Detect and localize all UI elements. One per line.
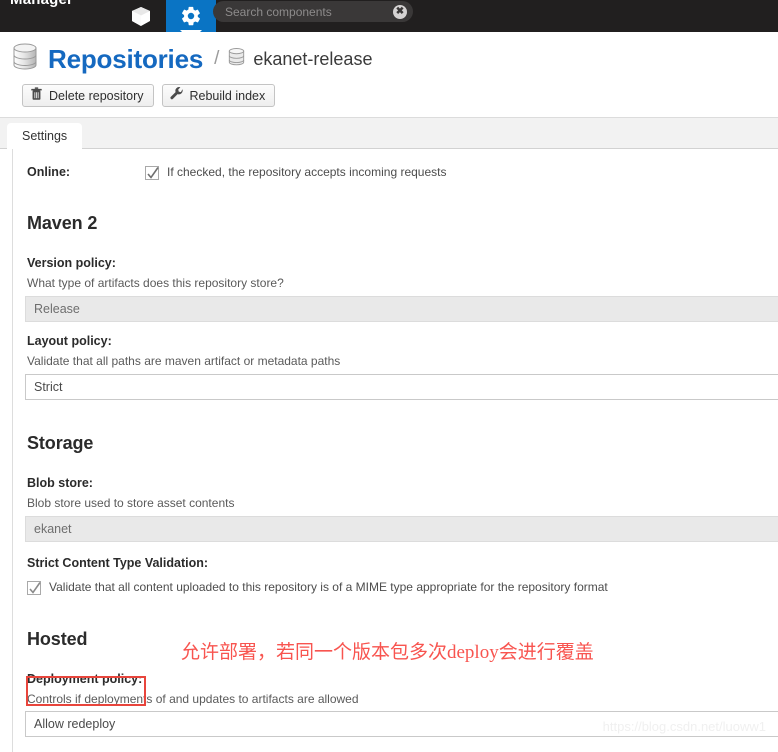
nav-tab-administration[interactable] <box>166 0 217 32</box>
layout-policy-help: Validate that all paths are maven artifa… <box>27 354 341 368</box>
blob-store-value: ekanet <box>34 522 72 536</box>
online-checkbox-label: If checked, the repository accepts incom… <box>167 165 447 179</box>
version-policy-label: Version policy: <box>27 256 116 270</box>
field-layout-policy: Layout policy: Validate that all paths a… <box>13 334 778 368</box>
field-strict-content-validation: Strict Content Type Validation: Validate… <box>13 556 778 595</box>
settings-tab-strip: Settings <box>0 117 778 149</box>
layout-policy-label: Layout policy: <box>27 334 112 348</box>
annotation-note: 允许部署，若同一个版本包多次deploy会进行覆盖 <box>181 642 594 663</box>
blob-store-label: Blob store: <box>27 476 93 490</box>
strict-validation-label: Strict Content Type Validation: <box>27 556 209 570</box>
breadcrumb-root-link[interactable]: Repositories <box>48 44 203 75</box>
nav-tab-browse[interactable] <box>116 0 166 32</box>
gear-icon <box>180 5 202 27</box>
top-navigation-bar: Manager Search components ✖ <box>0 0 778 32</box>
trash-icon <box>30 87 43 104</box>
repository-database-icon <box>12 42 38 77</box>
breadcrumb-separator: / <box>214 48 220 69</box>
strict-validation-checkbox[interactable] <box>27 581 41 595</box>
online-checkbox[interactable] <box>145 166 159 180</box>
strict-validation-checkbox-label: Validate that all content uploaded to th… <box>49 580 608 594</box>
online-label: Online: <box>27 165 71 179</box>
repository-leaf-database-icon <box>228 47 245 72</box>
tab-settings[interactable]: Settings <box>7 123 83 149</box>
deployment-policy-label: Deployment policy: <box>27 672 143 686</box>
box-icon <box>131 6 151 27</box>
field-version-policy: Version policy: What type of artifacts d… <box>13 256 778 290</box>
version-policy-help: What type of artifacts does this reposit… <box>27 276 284 290</box>
breadcrumb: Repositories / ekanet-release <box>12 42 778 76</box>
maven2-heading: Maven 2 <box>27 213 98 233</box>
section-storage: Storage <box>13 433 778 454</box>
strict-validation-checkbox-row[interactable]: Validate that all content uploaded to th… <box>27 580 778 595</box>
delete-repository-label: Delete repository <box>49 88 144 103</box>
field-deployment-policy: Deployment policy: Controls if deploymen… <box>13 672 778 706</box>
rebuild-index-button[interactable]: Rebuild index <box>161 84 276 107</box>
watermark: https://blog.csdn.net/luoww1 <box>602 719 766 734</box>
rebuild-index-label: Rebuild index <box>189 88 266 103</box>
storage-heading: Storage <box>27 433 94 453</box>
search-components-box[interactable]: Search components ✖ <box>213 1 413 22</box>
breadcrumb-current-repository: ekanet-release <box>253 48 373 69</box>
online-checkbox-row[interactable]: If checked, the repository accepts incom… <box>145 165 446 180</box>
clear-search-icon[interactable]: ✖ <box>393 4 407 19</box>
field-online: Online: If checked, the repository accep… <box>13 149 778 180</box>
tab-settings-label: Settings <box>22 129 68 143</box>
page-header: Repositories / ekanet-release Delete rep… <box>0 32 778 107</box>
delete-repository-button[interactable]: Delete repository <box>22 84 154 107</box>
app-brand-title: Manager <box>0 0 83 7</box>
layout-policy-select[interactable]: Strict <box>25 374 778 400</box>
action-button-bar: Delete repository Rebuild index <box>12 76 778 107</box>
blob-store-select[interactable]: ekanet <box>25 516 778 542</box>
deployment-policy-help: Controls if deployments of and updates t… <box>27 692 359 706</box>
version-policy-value: Release <box>34 302 80 316</box>
field-blob-store: Blob store: Blob store used to store ass… <box>13 476 778 510</box>
section-maven2: Maven 2 <box>13 213 778 234</box>
deployment-policy-value: Allow redeploy <box>34 717 116 731</box>
wrench-icon <box>169 87 184 104</box>
layout-policy-value: Strict <box>34 380 63 394</box>
search-input[interactable]: Search components <box>225 5 393 19</box>
version-policy-select[interactable]: Release <box>25 296 778 322</box>
blob-store-help: Blob store used to store asset contents <box>27 496 235 510</box>
